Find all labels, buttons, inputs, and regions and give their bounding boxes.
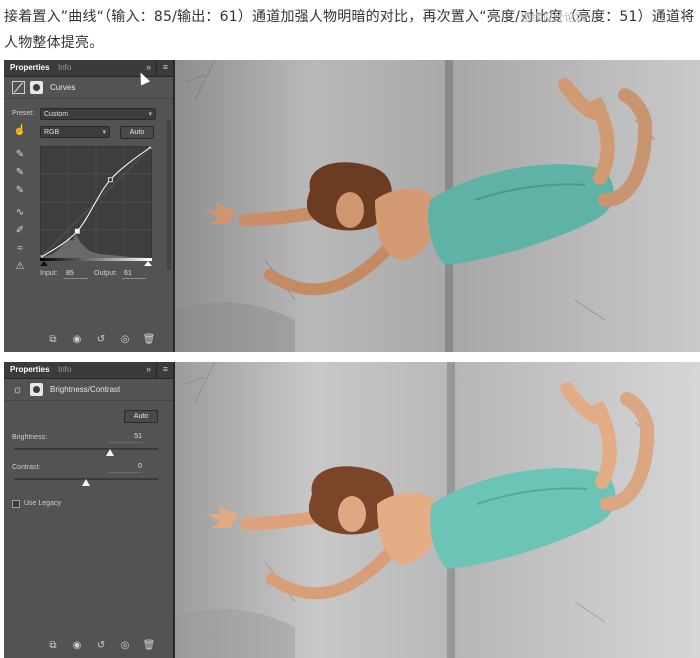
contrast-field[interactable]: 0 [108,463,142,473]
curve-control-point[interactable] [74,228,80,234]
tab-divider [156,362,157,379]
contrast-label: Contrast: [12,464,41,471]
view-previous-state-icon[interactable]: ◉ [70,333,84,347]
tab-properties[interactable]: Properties [10,63,50,72]
sun-brightness-icon: ☼ [12,382,23,396]
brightness-slider-track[interactable] [14,448,158,450]
layer-mask-icon[interactable] [30,383,43,396]
panel-tabs: Properties Info » ≡ [4,60,173,77]
pencil-icon[interactable]: ✐ [13,224,27,238]
brightness-contrast-screenshot: Properties Info » ≡ ☼ Brightness/Contras… [4,362,700,658]
smooth-curve-icon[interactable]: ≈ [13,242,27,256]
clipping-warning-icon[interactable]: ⚠ [13,260,27,274]
hamburger-icon[interactable]: ≡ [163,364,168,374]
canvas-image-2 [175,362,700,658]
panel-bottom-bar: ⧉ ◉ ↺ ◎ 🗑 [4,634,173,658]
tab-divider [156,60,157,77]
chevron-down-icon: ▾ [148,111,152,118]
eyedropper-gray-icon[interactable]: ✎ [13,166,27,180]
use-legacy-checkbox[interactable] [12,500,20,508]
hamburger-icon[interactable]: ≡ [163,62,168,72]
panel-title: Brightness/Contrast [50,385,121,394]
curve-point-tool-icon[interactable]: ∿ [13,206,27,220]
output-label: Output: [94,270,117,277]
reset-icon[interactable]: ↺ [94,333,108,347]
floating-woman-photo-brightened [175,362,700,658]
channel-value: RGB [44,129,60,136]
brightness-label: Brightness: [12,434,48,441]
double-chevron-icon[interactable]: » [146,62,151,72]
preset-label: Preset: [12,110,35,117]
curve-control-point[interactable] [149,143,155,149]
curves-screenshot: Properties Info » ≡ Curves Preset: Custo… [4,60,700,352]
curves-adjustment-icon [12,81,25,94]
input-gradient [40,258,152,266]
preset-dropdown[interactable]: Custom ▾ [40,108,156,120]
curve-graph[interactable] [37,143,155,261]
clip-to-layer-icon[interactable]: ⧉ [46,639,60,653]
use-legacy-label: Use Legacy [24,500,61,507]
layer-mask-icon[interactable] [30,81,43,94]
properties-panel-brightness: Properties Info » ≡ ☼ Brightness/Contras… [4,362,174,658]
eyedropper-white-icon[interactable]: ✎ [13,184,27,198]
clip-to-layer-icon[interactable]: ⧉ [46,333,60,347]
caption-text: 接着置入”曲线“（输入：85/输出：61）通道加强人物明暗的对比，再次置入“亮度… [4,9,695,51]
visibility-eye-icon[interactable]: ◎ [118,333,132,347]
brightness-field[interactable]: 51 [108,433,142,443]
contrast-slider-thumb[interactable] [82,479,90,486]
trash-icon[interactable]: 🗑 [142,639,156,653]
curve-control-point[interactable] [107,177,113,183]
eyedropper-black-icon[interactable]: ✎ [13,148,27,162]
black-point-slider[interactable] [40,261,48,266]
reset-icon[interactable]: ↺ [94,639,108,653]
canvas-image-1 [175,60,700,352]
auto-button[interactable]: Auto [120,126,154,139]
tab-info[interactable]: Info [58,63,71,72]
panel-title: Curves [50,83,76,92]
chevron-down-icon: ▾ [102,129,106,136]
panel-tabs: Properties Info » ≡ [4,362,173,379]
preset-value: Custom [44,111,69,118]
panel-scrollbar[interactable] [167,120,171,270]
tab-properties[interactable]: Properties [10,365,50,374]
channel-dropdown[interactable]: RGB ▾ [40,126,110,138]
visibility-eye-icon[interactable]: ◎ [118,639,132,653]
view-previous-state-icon[interactable]: ◉ [70,639,84,653]
curve-plot[interactable] [37,143,155,261]
auto-button[interactable]: Auto [124,410,158,423]
output-field[interactable]: 61 [122,269,146,279]
floating-woman-photo [175,60,700,352]
trash-icon[interactable]: 🗑 [142,333,156,347]
white-point-slider[interactable] [144,261,152,266]
tab-info[interactable]: Info [58,365,71,374]
panel-header: ☼ Brightness/Contrast [4,379,173,401]
properties-panel-curves: Properties Info » ≡ Curves Preset: Custo… [4,60,174,352]
panel-bottom-bar: ⧉ ◉ ↺ ◎ 🗑 [4,328,173,352]
brightness-slider-thumb[interactable] [106,449,115,456]
double-chevron-icon[interactable]: » [146,364,151,374]
watermark: 思缘设计论坛 [520,11,586,24]
target-adjustment-icon[interactable]: ☝ [13,124,27,138]
input-label: Input: [40,270,58,277]
input-field[interactable]: 85 [64,269,88,279]
